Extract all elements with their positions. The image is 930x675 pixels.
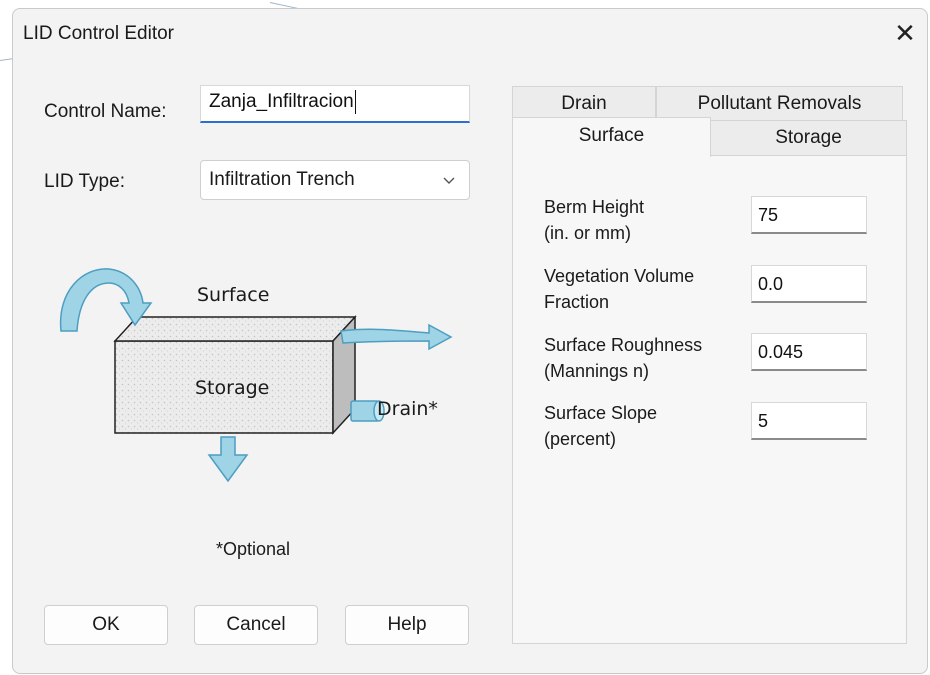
cancel-button[interactable]: Cancel [194, 605, 318, 645]
tab-surface[interactable]: Surface [512, 117, 711, 157]
lid-type-select[interactable]: Infiltration Trench [200, 160, 470, 200]
overflow-arrow-icon [340, 323, 453, 351]
surface-roughness-label: Surface Roughness (Mannings n) [544, 335, 703, 381]
ok-button[interactable]: OK [44, 605, 168, 645]
berm-height-label: Berm Height (in. or mm) [544, 197, 645, 243]
illustration-storage-label: Storage [195, 377, 270, 399]
illustration-drain-label: Drain* [377, 398, 438, 420]
text-caret [354, 90, 356, 114]
tab-storage[interactable]: Storage [710, 120, 907, 156]
vegetation-volume-fraction-label: Vegetation Volume Fraction [544, 266, 695, 312]
help-button[interactable]: Help [345, 605, 469, 645]
close-icon[interactable]: ✕ [889, 17, 921, 49]
lid-control-editor-dialog: LID Control Editor ✕ Control Name: Zanja… [12, 8, 928, 674]
control-name-value: Zanja_Infiltracion [209, 91, 354, 113]
storage-box-top [113, 316, 357, 342]
surface-slope-label: Surface Slope (percent) [544, 403, 658, 449]
control-name-label: Control Name: [44, 101, 167, 122]
lid-type-label: LID Type: [44, 171, 125, 192]
exfiltration-arrow-icon [207, 436, 249, 483]
surface-slope-input[interactable]: 5 [751, 402, 867, 440]
chevron-down-icon [443, 177, 455, 184]
vegetation-volume-fraction-input[interactable]: 0.0 [751, 265, 867, 303]
lid-type-selected-value: Infiltration Trench [209, 169, 355, 190]
surface-tab-panel: Berm Height (in. or mm) 75 Vegetation Vol… [512, 155, 907, 644]
surface-roughness-input[interactable]: 0.045 [751, 333, 867, 371]
illustration-surface-label: Surface [197, 284, 270, 306]
berm-height-input[interactable]: 75 [751, 196, 867, 234]
inflow-arrow-icon [59, 268, 153, 332]
dialog-title: LID Control Editor [23, 23, 175, 44]
optional-note: *Optional [216, 539, 291, 559]
control-name-input[interactable]: Zanja_Infiltracion [200, 85, 470, 123]
